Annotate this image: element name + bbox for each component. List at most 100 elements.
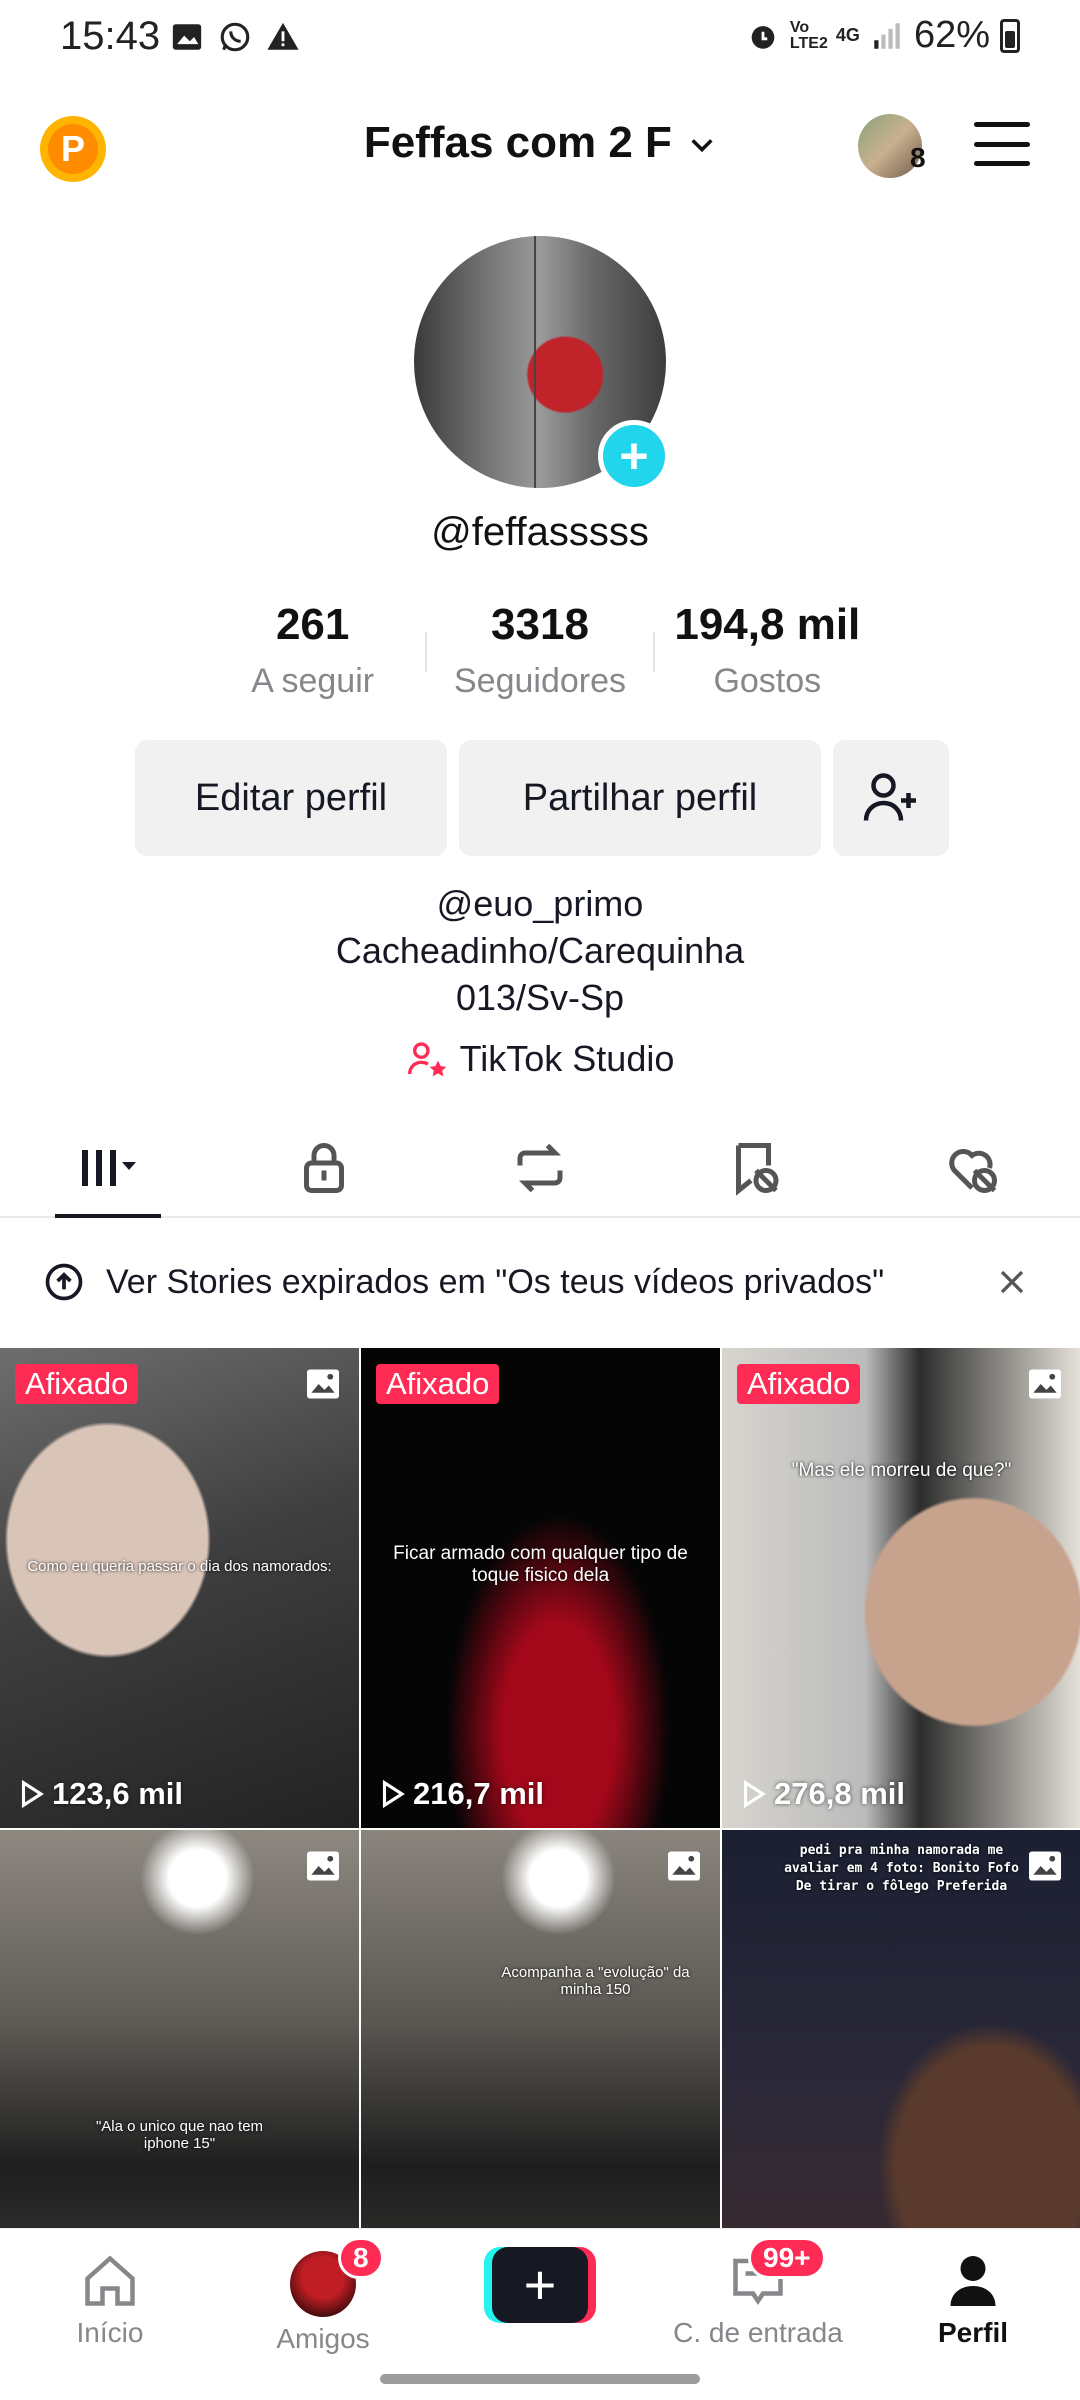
create-icon: + — [484, 2247, 596, 2323]
video-caption: "Ala o unico que nao tem iphone 15" — [95, 2118, 264, 2152]
pinned-badge: Afixado — [15, 1364, 139, 1404]
add-story-button[interactable]: + — [598, 420, 670, 492]
notification-icons — [170, 20, 300, 54]
content-tabs — [0, 1120, 1080, 1218]
bio-line: Cacheadinho/Carequinha — [335, 930, 745, 971]
status-time: 15:43 — [60, 14, 161, 58]
tab-saved[interactable] — [648, 1120, 864, 1216]
chevron-down-icon — [691, 139, 713, 153]
video-thumbnail[interactable]: Afixado "Mas ele morreu de que?" 276,8 m… — [722, 1348, 1080, 1828]
nav-label: C. de entrada — [673, 2317, 843, 2348]
tab-liked[interactable] — [864, 1120, 1080, 1216]
pinned-badge: Afixado — [376, 1364, 500, 1404]
video-thumbnail[interactable]: "Ala o unico que nao tem iphone 15" — [0, 1830, 359, 2228]
photo-detail — [534, 236, 536, 488]
followers-stat[interactable]: 3318 Seguidores — [427, 600, 652, 710]
video-caption: pedi pra minha namorada me avaliar em 4 … — [784, 1843, 1019, 1894]
stat-label: Gostos — [713, 662, 822, 700]
nav-home[interactable]: Início — [62, 2251, 158, 2349]
network-indicator: 4G — [835, 25, 860, 45]
username: @feffasssss — [431, 510, 649, 554]
add-user-icon — [863, 773, 916, 821]
lock-icon — [304, 1143, 344, 1193]
home-icon — [85, 2255, 135, 2306]
nav-label: Perfil — [937, 2317, 1009, 2348]
alarm-icon — [751, 25, 775, 49]
gallery-notification-icon — [172, 24, 202, 50]
video-grid: Afixado Como eu queria passar o dia dos … — [0, 1348, 1080, 2228]
add-friend-button[interactable] — [833, 740, 949, 856]
menu-line — [974, 122, 1030, 127]
photo-post-icon — [307, 1369, 339, 1399]
home-indicator[interactable] — [380, 2374, 700, 2384]
nav-inbox[interactable]: C. de entrada 99+ — [668, 2237, 848, 2349]
menu-line — [974, 161, 1030, 166]
play-icon — [21, 1779, 44, 1809]
stat-label: A seguir — [251, 662, 375, 700]
video-caption: Como eu queria passar o dia dos namorado… — [27, 1558, 332, 1575]
status-right: Vo LTE2 4G 62% — [746, 14, 1020, 57]
tab-reposts[interactable] — [432, 1120, 648, 1216]
menu-line — [974, 141, 1030, 147]
grid-icon — [82, 1150, 136, 1186]
video-caption: Ficar armado com qualquer tipo de toque … — [393, 1543, 688, 1586]
photo-post-icon — [307, 1851, 339, 1881]
profile-views-count: 8 — [910, 142, 926, 173]
tiktok-studio-link[interactable]: TikTok Studio — [0, 1038, 1080, 1080]
tab-videos[interactable] — [0, 1120, 216, 1218]
bio-line[interactable]: @euo_primo — [0, 880, 1080, 927]
share-profile-button[interactable]: Partilhar perfil — [459, 740, 821, 856]
friends-badge: 8 — [338, 2237, 384, 2279]
nav-label: Início — [76, 2317, 144, 2348]
video-caption: Acompanha a "evolução" da minha 150 — [501, 1964, 690, 1998]
nav-friends[interactable]: Amigos 8 — [258, 2237, 388, 2355]
profile-header: P Feffas com 2 F 8 — [0, 100, 1080, 196]
banner-text: Ver Stories expirados em "Os teus vídeos… — [106, 1262, 885, 1301]
inbox-badge: 99+ — [748, 2237, 826, 2279]
following-stat[interactable]: 261 A seguir — [200, 600, 425, 710]
photo-post-icon — [668, 1851, 700, 1881]
warning-icon — [267, 22, 299, 50]
view-count-text: 123,6 mil — [52, 1776, 183, 1811]
video-thumbnail[interactable]: Afixado Ficar armado com qualquer tipo d… — [361, 1348, 720, 1828]
edit-profile-button[interactable]: Editar perfil — [135, 740, 447, 856]
video-thumbnail[interactable]: Acompanha a "evolução" da minha 150 — [361, 1830, 720, 2228]
whatsapp-icon — [220, 22, 250, 52]
battery-icon — [1000, 18, 1020, 53]
studio-icon — [407, 1042, 446, 1077]
stat-label: Seguidores — [453, 662, 626, 700]
account-name: Feffas com 2 F — [363, 118, 672, 167]
stat-value: 3318 — [491, 600, 589, 649]
signal-icon — [874, 22, 900, 49]
play-icon — [743, 1779, 766, 1809]
battery-percent: 62% — [913, 14, 990, 56]
repost-icon — [517, 1143, 563, 1193]
video-thumbnail[interactable]: Afixado Como eu queria passar o dia dos … — [0, 1348, 359, 1828]
stories-banner[interactable]: Ver Stories expirados em "Os teus vídeos… — [0, 1220, 1080, 1344]
liked-hidden-icon — [949, 1149, 997, 1193]
view-count: 276,8 mil — [738, 1776, 905, 1812]
menu-button[interactable] — [974, 122, 1030, 166]
view-count: 123,6 mil — [16, 1776, 183, 1812]
view-count-text: 276,8 mil — [774, 1776, 905, 1811]
view-count-text: 216,7 mil — [413, 1776, 544, 1811]
video-caption: "Mas ele morreu de que?" — [791, 1460, 1012, 1481]
view-count: 216,7 mil — [377, 1776, 544, 1812]
bio-line: 013/Sv-Sp — [455, 977, 625, 1018]
nav-profile[interactable]: Perfil — [918, 2251, 1028, 2349]
tab-private[interactable] — [216, 1120, 432, 1216]
video-thumbnail[interactable]: pedi pra minha namorada me avaliar em 4 … — [722, 1830, 1080, 2228]
stat-value: 261 — [275, 600, 350, 649]
profile-stats: 261 A seguir 3318 Seguidores 194,8 mil G… — [200, 600, 880, 710]
likes-stat[interactable]: 194,8 mil Gostos — [655, 600, 880, 710]
bio: @euo_primo Cacheadinho/Carequinha 013/Sv… — [0, 880, 1080, 1021]
photo-post-icon — [1029, 1369, 1061, 1399]
profile-actions: Editar perfil Partilhar perfil — [135, 740, 949, 856]
play-icon — [382, 1779, 405, 1809]
status-bar: 15:43 Vo LTE2 4G 62% — [0, 0, 1080, 80]
stat-value: 194,8 mil — [674, 600, 861, 649]
create-button[interactable]: + — [484, 2247, 596, 2323]
close-icon[interactable] — [992, 1262, 1032, 1302]
studio-label: TikTok Studio — [459, 1038, 675, 1079]
pinned-badge: Afixado — [737, 1364, 861, 1404]
